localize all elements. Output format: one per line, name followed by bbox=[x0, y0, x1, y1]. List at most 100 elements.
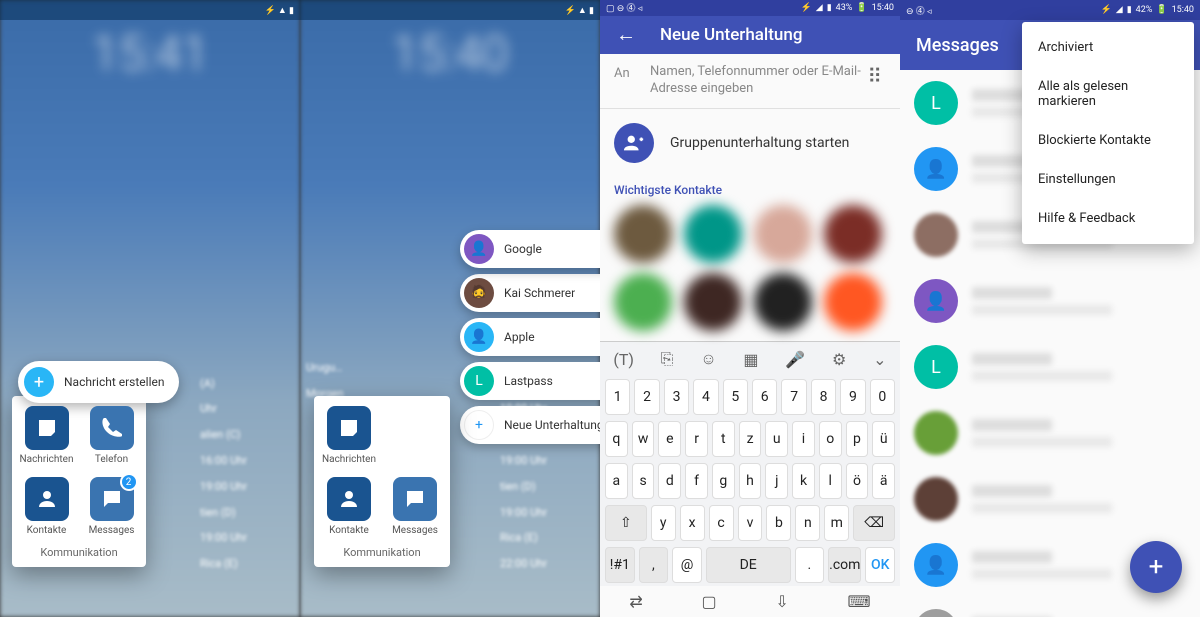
contact-avatar[interactable] bbox=[754, 205, 812, 263]
app-messages[interactable]: 2 Messages bbox=[81, 473, 142, 540]
key-backspace[interactable]: ⌫ bbox=[853, 505, 895, 541]
key-3[interactable]: 3 bbox=[664, 379, 689, 415]
menu-help-feedback[interactable]: Hilfe & Feedback bbox=[1022, 199, 1194, 238]
key-v[interactable]: v bbox=[738, 505, 763, 541]
key-0[interactable]: 0 bbox=[870, 379, 895, 415]
recipient-input[interactable]: Namen, Telefonnummer oder E-Mail-Adresse… bbox=[650, 64, 863, 98]
unread-badge: 2 bbox=[120, 473, 138, 491]
shortcut-kai-schmerer[interactable]: 🧔 Kai Schmerer bbox=[460, 274, 600, 312]
key-d[interactable]: d bbox=[658, 463, 681, 499]
menu-mark-all-read[interactable]: Alle als gelesen markieren bbox=[1022, 67, 1194, 121]
contact-avatar[interactable] bbox=[824, 273, 882, 331]
key-o[interactable]: o bbox=[819, 421, 842, 457]
app-nachrichten[interactable]: Nachrichten bbox=[318, 402, 380, 469]
key-symbols[interactable]: !#1 bbox=[605, 547, 635, 583]
conversation-row[interactable]: 👤 bbox=[900, 598, 1200, 617]
page-title: Messages bbox=[916, 35, 999, 56]
key-space[interactable]: DE bbox=[706, 547, 791, 583]
sticker-icon[interactable]: ☺ bbox=[692, 345, 724, 373]
app-telefon[interactable]: Telefon bbox=[81, 402, 142, 469]
avatar bbox=[914, 477, 958, 521]
key-comma[interactable]: , bbox=[639, 547, 669, 583]
contact-avatar[interactable] bbox=[614, 273, 672, 331]
key-7[interactable]: 7 bbox=[781, 379, 806, 415]
key-ä[interactable]: ä bbox=[872, 463, 895, 499]
key-ok[interactable]: OK bbox=[865, 547, 895, 583]
key-8[interactable]: 8 bbox=[811, 379, 836, 415]
key-p[interactable]: p bbox=[846, 421, 869, 457]
key-at[interactable]: @ bbox=[672, 547, 702, 583]
key-s[interactable]: s bbox=[632, 463, 655, 499]
back-button[interactable]: ← bbox=[616, 22, 636, 47]
app-messages[interactable]: Messages bbox=[384, 473, 446, 540]
key-f[interactable]: f bbox=[685, 463, 708, 499]
key-shift[interactable]: ⇧ bbox=[605, 505, 647, 541]
dialpad-icon[interactable]: ⠿ bbox=[863, 64, 886, 88]
avatar: 👤 bbox=[914, 279, 958, 323]
conversation-row[interactable]: L bbox=[900, 334, 1200, 400]
kb-tool-button[interactable]: ⎘ bbox=[653, 345, 682, 373]
key-b[interactable]: b bbox=[766, 505, 791, 541]
key-q[interactable]: q bbox=[605, 421, 628, 457]
conversation-row[interactable] bbox=[900, 466, 1200, 532]
key-4[interactable]: 4 bbox=[693, 379, 718, 415]
key-k[interactable]: k bbox=[792, 463, 815, 499]
key-l[interactable]: l bbox=[819, 463, 842, 499]
key-z[interactable]: z bbox=[739, 421, 762, 457]
nav-hide-keyboard-icon[interactable]: ⌨ bbox=[848, 592, 871, 611]
contact-avatar[interactable] bbox=[754, 273, 812, 331]
shortcut-apple[interactable]: 👤 Apple bbox=[460, 318, 600, 356]
key-h[interactable]: h bbox=[739, 463, 762, 499]
gif-icon[interactable]: ▦ bbox=[735, 346, 766, 373]
menu-archived[interactable]: Archiviert bbox=[1022, 28, 1194, 67]
recipient-row: An Namen, Telefonnummer oder E-Mail-Adre… bbox=[600, 54, 900, 109]
compose-fab[interactable]: + bbox=[1130, 541, 1182, 593]
mic-icon[interactable]: 🎤 bbox=[777, 346, 813, 373]
key-a[interactable]: a bbox=[605, 463, 628, 499]
key-dotcom[interactable]: .com bbox=[828, 547, 861, 583]
key-g[interactable]: g bbox=[712, 463, 735, 499]
key-c[interactable]: c bbox=[709, 505, 734, 541]
key-n[interactable]: n bbox=[795, 505, 820, 541]
key-r[interactable]: r bbox=[685, 421, 708, 457]
app-nachrichten[interactable]: Nachrichten bbox=[16, 402, 77, 469]
key-9[interactable]: 9 bbox=[840, 379, 865, 415]
key-w[interactable]: w bbox=[632, 421, 655, 457]
app-kontakte[interactable]: Kontakte bbox=[16, 473, 77, 540]
contact-avatar[interactable] bbox=[824, 205, 882, 263]
key-y[interactable]: y bbox=[651, 505, 676, 541]
contact-avatar[interactable] bbox=[614, 205, 672, 263]
compose-label: Nachricht erstellen bbox=[64, 375, 165, 389]
key-6[interactable]: 6 bbox=[752, 379, 777, 415]
chevron-down-icon[interactable]: ⌄ bbox=[865, 346, 894, 373]
nav-recent-icon[interactable]: ⇄ bbox=[629, 592, 642, 611]
menu-settings[interactable]: Einstellungen bbox=[1022, 160, 1194, 199]
conversation-row[interactable] bbox=[900, 400, 1200, 466]
key-i[interactable]: i bbox=[792, 421, 815, 457]
key-u[interactable]: u bbox=[765, 421, 788, 457]
compose-shortcut[interactable]: + Nachricht erstellen bbox=[18, 361, 179, 403]
key-e[interactable]: e bbox=[658, 421, 681, 457]
shortcut-google[interactable]: 👤 Google bbox=[460, 230, 600, 268]
shortcut-lastpass[interactable]: L Lastpass bbox=[460, 362, 600, 400]
conversation-row[interactable]: 👤 bbox=[900, 268, 1200, 334]
key-ö[interactable]: ö bbox=[846, 463, 869, 499]
start-group-row[interactable]: Gruppenunterhaltung starten bbox=[600, 109, 900, 177]
app-kontakte[interactable]: Kontakte bbox=[318, 473, 380, 540]
kb-tool-button[interactable]: (T) bbox=[605, 346, 642, 373]
key-t[interactable]: t bbox=[712, 421, 735, 457]
key-x[interactable]: x bbox=[680, 505, 705, 541]
contact-avatar[interactable] bbox=[684, 205, 742, 263]
nav-back-icon[interactable]: ⇩ bbox=[775, 592, 788, 611]
gear-icon[interactable]: ⚙ bbox=[824, 346, 854, 373]
key-m[interactable]: m bbox=[824, 505, 849, 541]
key-j[interactable]: j bbox=[765, 463, 788, 499]
key-2[interactable]: 2 bbox=[634, 379, 659, 415]
contact-avatar[interactable] bbox=[684, 273, 742, 331]
menu-blocked-contacts[interactable]: Blockierte Kontakte bbox=[1022, 121, 1194, 160]
nav-home-icon[interactable]: ▢ bbox=[702, 592, 717, 611]
key-5[interactable]: 5 bbox=[723, 379, 748, 415]
key-period[interactable]: . bbox=[795, 547, 825, 583]
key-ü[interactable]: ü bbox=[872, 421, 895, 457]
key-1[interactable]: 1 bbox=[605, 379, 630, 415]
